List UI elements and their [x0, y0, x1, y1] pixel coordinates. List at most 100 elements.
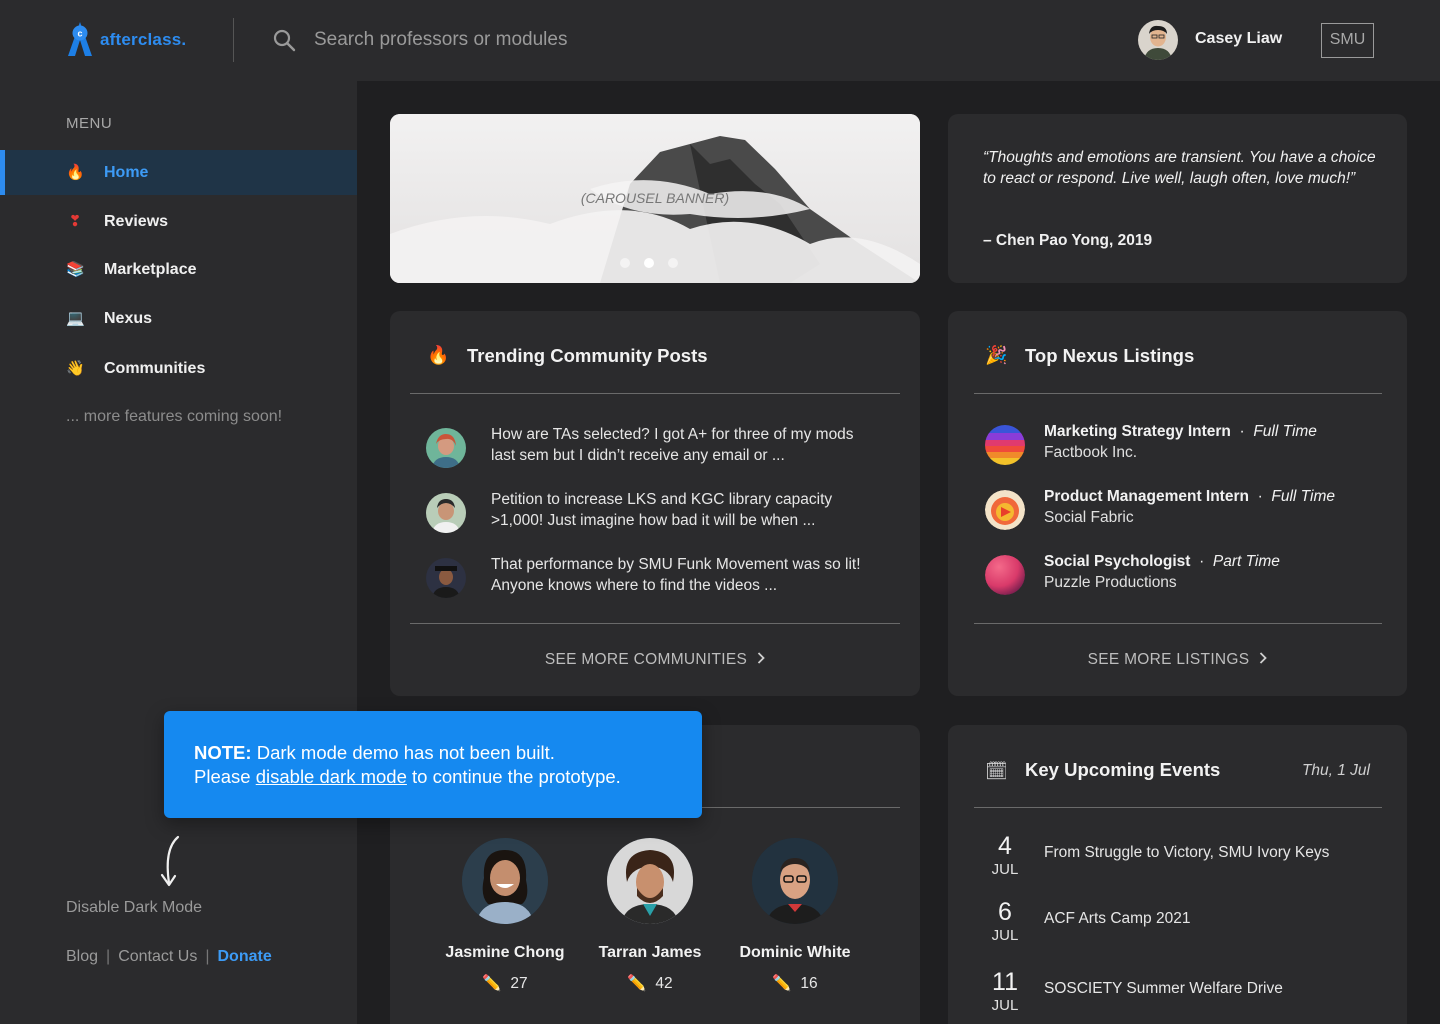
- contributor-item[interactable]: Tarran James ✏️ 42: [575, 838, 725, 993]
- avatar: [426, 558, 466, 598]
- user-name[interactable]: Casey Liaw: [1195, 30, 1282, 48]
- note-line-2: Please disable dark mode to continue the…: [194, 765, 672, 789]
- divider: [974, 623, 1382, 624]
- post-text: That performance by SMU Funk Movement wa…: [491, 556, 861, 594]
- event-item[interactable]: 6 JUL ACF Arts Camp 2021: [985, 898, 1385, 948]
- contact-us-link[interactable]: Contact Us: [118, 948, 197, 966]
- list-item[interactable]: How are TAs selected? I got A+ for three…: [426, 424, 886, 474]
- coming-soon-text: ... more features coming soon!: [66, 408, 283, 425]
- event-month: JUL: [991, 861, 1019, 878]
- upcoming-events-card: 🗓 Key Upcoming Events Thu, 1 Jul 4 JUL F…: [948, 725, 1407, 1024]
- user-avatar[interactable]: [1138, 20, 1178, 60]
- listing-item[interactable]: Product Management Intern · Full Time So…: [985, 488, 1385, 538]
- sidebar-item-marketplace[interactable]: 📚 Marketplace: [0, 247, 357, 292]
- top-header: c afterclass. Casey Liaw SMU: [0, 0, 1440, 81]
- curved-arrow-icon: [160, 835, 180, 887]
- sidebar-item-reviews[interactable]: ❣ Reviews: [0, 199, 357, 244]
- party-popper-icon: 🎉: [985, 345, 1008, 365]
- contributor-name: Tarran James: [598, 944, 702, 961]
- dark-mode-note: NOTE: Dark mode demo has not been built.…: [164, 711, 702, 818]
- disable-dark-mode-note-link[interactable]: disable dark mode: [256, 766, 407, 787]
- listing-item[interactable]: Marketing Strategy Intern · Full Time Fa…: [985, 423, 1385, 473]
- note-text: Please: [194, 766, 251, 787]
- listing-role: Social Psychologist: [1044, 553, 1191, 570]
- listing-title: Product Management Intern · Full Time: [1044, 488, 1335, 506]
- listing-title: Marketing Strategy Intern · Full Time: [1044, 423, 1317, 441]
- separator: ·: [1199, 553, 1205, 570]
- listing-type: Part Time: [1212, 553, 1280, 570]
- pencil-icon: ✏️: [627, 975, 647, 992]
- see-more-label: SEE MORE COMMUNITIES: [544, 651, 748, 668]
- footer-links: Blog | Contact Us | Donate: [66, 948, 272, 966]
- laptop-icon: 💻: [66, 309, 85, 327]
- divider: [974, 393, 1382, 394]
- note-text: Dark mode demo has not been built.: [256, 742, 555, 763]
- menu-title: MENU: [66, 115, 113, 132]
- see-more-listings-button[interactable]: SEE MORE LISTINGS: [948, 651, 1407, 669]
- event-title: ACF Arts Camp 2021: [1044, 910, 1191, 927]
- event-month: JUL: [991, 997, 1019, 1014]
- sidebar-item-nexus[interactable]: 💻 Nexus: [0, 296, 357, 341]
- note-line-1: NOTE: Dark mode demo has not been built.: [194, 741, 672, 765]
- disable-dark-mode-link[interactable]: Disable Dark Mode: [66, 899, 202, 917]
- chevron-right-icon: [758, 652, 765, 664]
- avatar: [426, 428, 466, 468]
- contributor-item[interactable]: Jasmine Chong ✏️ 27: [430, 838, 580, 993]
- listing-title: Social Psychologist · Part Time: [1044, 553, 1280, 571]
- footer-separator: |: [205, 948, 210, 965]
- nexus-listings-card: 🎉 Top Nexus Listings Marketing Strategy …: [948, 311, 1407, 696]
- see-more-communities-button[interactable]: SEE MORE COMMUNITIES: [390, 651, 920, 669]
- calendar-icon: 🗓: [985, 761, 1008, 781]
- sidebar-item-label: Reviews: [104, 212, 169, 230]
- waving-hand-icon: 👋: [66, 359, 85, 377]
- card-title: Key Upcoming Events: [1025, 759, 1221, 780]
- review-count: 16: [800, 975, 818, 992]
- carousel-dot-3[interactable]: [668, 258, 678, 268]
- afterclass-logo[interactable]: c afterclass.: [64, 20, 186, 58]
- sidebar-item-home[interactable]: 🔥 Home: [0, 150, 357, 195]
- listing-item[interactable]: Social Psychologist · Part Time Puzzle P…: [985, 553, 1385, 603]
- quote-card: “Thoughts and emotions are transient. Yo…: [948, 114, 1407, 283]
- events-date: Thu, 1 Jul: [1301, 762, 1370, 779]
- separator: ·: [1257, 488, 1263, 505]
- sidebar-item-label: Marketplace: [104, 260, 197, 278]
- avatar: [426, 493, 466, 533]
- blog-link[interactable]: Blog: [66, 948, 98, 966]
- contributor-name: Jasmine Chong: [445, 944, 565, 961]
- sidebar-item-communities[interactable]: 👋 Communities: [0, 346, 357, 391]
- donate-link[interactable]: Donate: [217, 948, 271, 966]
- list-item[interactable]: Petition to increase LKS and KGC library…: [426, 489, 886, 539]
- event-title: SOSCIETY Summer Welfare Drive: [1044, 980, 1283, 997]
- carousel-dots: [620, 258, 678, 268]
- event-item[interactable]: 11 JUL SOSCIETY Summer Welfare Drive: [985, 968, 1385, 1018]
- carousel-dot-2[interactable]: [644, 258, 654, 268]
- divider: [410, 393, 900, 394]
- event-item[interactable]: 4 JUL From Struggle to Victory, SMU Ivor…: [985, 832, 1385, 882]
- logo-text: afterclass.: [100, 30, 187, 49]
- puzzle-productions-logo: [985, 555, 1025, 595]
- contributor-item[interactable]: Dominic White ✏️ 16: [720, 838, 870, 993]
- sidebar-item-label: Home: [104, 163, 149, 181]
- search-input[interactable]: [314, 26, 814, 54]
- trending-posts-card: 🔥 Trending Community Posts How are TAs s…: [390, 311, 920, 696]
- quote-text: “Thoughts and emotions are transient. Yo…: [983, 149, 1376, 187]
- social-fabric-logo: [985, 490, 1025, 530]
- sidebar-item-label: Nexus: [104, 309, 153, 327]
- logo-mark-icon: c: [68, 22, 92, 56]
- sidebar-item-label: Communities: [104, 359, 206, 377]
- list-item[interactable]: That performance by SMU Funk Movement wa…: [426, 554, 886, 604]
- school-badge[interactable]: SMU: [1321, 23, 1374, 58]
- fire-icon: 🔥: [66, 163, 85, 181]
- factbook-logo: [985, 425, 1025, 465]
- sidebar: MENU 🔥 Home ❣ Reviews 📚 Marketplace 💻 Ne…: [0, 81, 357, 1024]
- avatar: [752, 838, 838, 924]
- carousel-dot-1[interactable]: [620, 258, 630, 268]
- review-count: 42: [655, 975, 673, 992]
- note-text: to continue the prototype.: [412, 766, 621, 787]
- listing-role: Product Management Intern: [1044, 488, 1249, 505]
- books-icon: 📚: [66, 260, 85, 278]
- event-title: From Struggle to Victory, SMU Ivory Keys: [1044, 844, 1330, 861]
- event-month: JUL: [991, 927, 1019, 944]
- note-prefix: NOTE:: [194, 742, 252, 763]
- avatar: [607, 838, 693, 924]
